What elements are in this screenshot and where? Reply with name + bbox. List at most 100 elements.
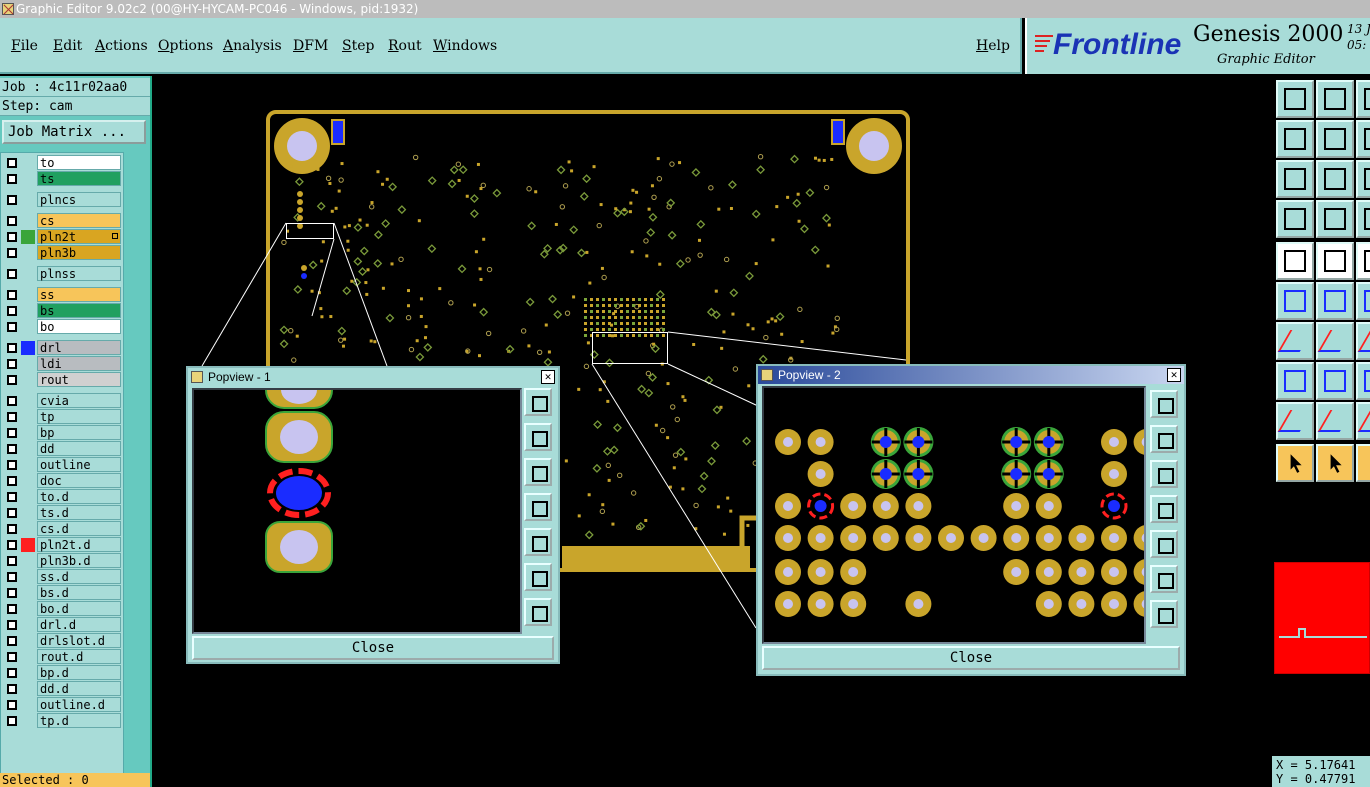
layer-name[interactable]: doc [37,473,121,488]
layer-row[interactable]: pln3b.d [1,553,123,569]
layer-name[interactable]: bo.d [37,601,121,616]
layers-icon[interactable] [1356,80,1370,118]
pan-up-icon[interactable] [524,423,552,451]
layer-row[interactable]: outline.d [1,697,123,713]
surface-icon[interactable] [1356,402,1370,440]
pan-left-icon[interactable] [524,493,552,521]
move-icon[interactable] [1356,282,1370,320]
zoom-fit-icon[interactable] [1276,160,1314,198]
layer-checkbox[interactable] [7,428,17,438]
layer-row[interactable]: cs [1,213,123,229]
layer-checkbox[interactable] [7,540,17,550]
layer-checkbox[interactable] [7,375,17,385]
polygon-icon[interactable] [1316,402,1354,440]
layer-row[interactable]: drlslot.d [1,633,123,649]
layer-checkbox[interactable] [7,174,17,184]
layer-row[interactable]: pln2t.d [1,537,123,553]
pan-down-icon[interactable] [1316,80,1354,118]
mirror-icon[interactable] [1356,362,1370,400]
layer-checkbox[interactable] [7,195,17,205]
pan-down-icon[interactable] [1150,460,1178,488]
layer-row[interactable]: drl.d [1,617,123,633]
layer-checkbox[interactable] [7,524,17,534]
layer-row[interactable]: pln3b [1,245,123,261]
layer-checkbox[interactable] [7,158,17,168]
close-icon[interactable]: ✕ [541,370,555,384]
layer-name[interactable]: dd [37,441,121,456]
layer-checkbox[interactable] [7,556,17,566]
layer-checkbox[interactable] [7,716,17,726]
layer-row[interactable]: outline [1,457,123,473]
menu-step[interactable]: Step [342,38,374,54]
pan-up-icon[interactable] [1276,80,1314,118]
layer-row[interactable]: to.d [1,489,123,505]
zoom-in-icon[interactable] [524,563,552,591]
pan-up-icon[interactable] [1150,425,1178,453]
overview-map[interactable] [1274,562,1370,674]
layer-row[interactable]: drl [1,340,123,356]
layer-row[interactable]: plncs [1,192,123,208]
layer-checkbox[interactable] [7,232,17,242]
measure-icon[interactable] [1276,200,1314,238]
layer-name[interactable]: bp.d [37,665,121,680]
layer-row[interactable]: tp [1,409,123,425]
layer-checkbox[interactable] [7,248,17,258]
layer-row[interactable]: bs.d [1,585,123,601]
layer-name[interactable]: cs [37,213,121,228]
zoom-icon[interactable] [1150,390,1178,418]
undo-icon[interactable] [1356,120,1370,158]
zoom-in-icon[interactable] [1150,565,1178,593]
layer-name[interactable]: drlslot.d [37,633,121,648]
layer-name[interactable]: rout [37,372,121,387]
layer-name[interactable]: ss.d [37,569,121,584]
layer-name[interactable]: ss [37,287,121,302]
delete-icon[interactable] [1316,282,1354,320]
select-icon[interactable] [1276,444,1314,482]
zoom-out-icon[interactable] [524,598,552,626]
layer-row[interactable]: doc [1,473,123,489]
layer-row[interactable]: bo.d [1,601,123,617]
connect-icon[interactable] [1276,282,1314,320]
layer-checkbox[interactable] [7,508,17,518]
layer-checkbox[interactable] [7,636,17,646]
menu-actions[interactable]: Actions [95,38,148,54]
layer-name[interactable]: plnss [37,266,121,281]
layer-name[interactable]: dd.d [37,681,121,696]
layer-row[interactable]: ts.d [1,505,123,521]
menu-windows[interactable]: Windows [433,38,497,54]
arc-icon[interactable] [1356,322,1370,360]
layer-name[interactable]: drl.d [37,617,121,632]
job-matrix-button[interactable]: Job Matrix ... [2,120,146,144]
layer-row[interactable]: rout [1,372,123,388]
fit-icon[interactable] [1356,160,1370,198]
layer-checkbox[interactable] [7,684,17,694]
pan-right-icon[interactable] [524,528,552,556]
layer-name[interactable]: bs.d [37,585,121,600]
menu-dfm[interactable]: DFM [293,38,328,54]
layer-row[interactable]: bo [1,319,123,335]
layer-checkbox[interactable] [7,216,17,226]
layer-checkbox[interactable] [7,460,17,470]
zoom-center-icon[interactable] [1316,160,1354,198]
layer-checkbox[interactable] [7,290,17,300]
line-angle-icon[interactable] [1316,322,1354,360]
add-pad-icon[interactable] [1276,242,1314,280]
lasso-icon[interactable] [1356,444,1370,482]
layer-row[interactable]: ss [1,287,123,303]
layer-row[interactable]: rout.d [1,649,123,665]
copy-icon[interactable] [1276,362,1314,400]
layer-checkbox[interactable] [7,476,17,486]
layer-row[interactable]: to [1,155,123,171]
layer-name[interactable]: to.d [37,489,121,504]
layer-name[interactable]: outline.d [37,697,121,712]
layer-name[interactable]: outline [37,457,121,472]
layer-name[interactable]: bp [37,425,121,440]
layer-checkbox[interactable] [7,306,17,316]
layer-name[interactable]: pln2t.d [37,537,121,552]
layer-checkbox[interactable] [7,572,17,582]
pan-right-icon[interactable] [1316,120,1354,158]
add-line-icon[interactable] [1316,242,1354,280]
route-icon[interactable] [1356,200,1370,238]
layer-checkbox[interactable] [7,492,17,502]
layer-checkbox[interactable] [7,412,17,422]
